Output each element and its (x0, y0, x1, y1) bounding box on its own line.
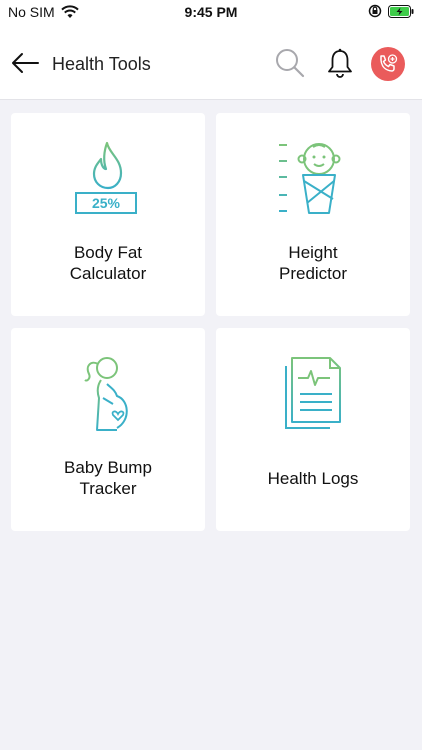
battery-charging-icon (388, 4, 414, 18)
search-icon (276, 49, 305, 78)
tool-card-label: Baby Bump Tracker (64, 458, 152, 498)
card-icon-container: 25% (11, 139, 205, 219)
search-button[interactable] (274, 47, 306, 79)
emergency-call-button[interactable] (371, 47, 405, 81)
tools-grid: 25% Body Fat Calculator Height Predictor… (11, 113, 411, 531)
page-title: Health Tools (52, 54, 151, 74)
document-logs-icon (285, 357, 341, 429)
status-bar: No SIM 9:45 PM (0, 0, 422, 26)
tool-card-height-predictor[interactable]: Height Predictor (216, 113, 410, 316)
tool-card-baby-bump-tracker[interactable]: Baby Bump Tracker (11, 328, 205, 531)
tool-card-body-fat-calculator[interactable]: 25% Body Fat Calculator (11, 113, 205, 316)
bell-icon (328, 48, 352, 78)
card-icon-container (11, 354, 205, 434)
pregnant-woman-icon (84, 357, 128, 431)
tool-card-label: Height Predictor (278, 243, 348, 283)
phone-plus-icon (380, 54, 398, 72)
status-right (368, 4, 414, 18)
app-header: Health Tools (0, 26, 422, 100)
body-fat-badge: 25% (92, 195, 121, 211)
status-time: 9:45 PM (184, 4, 238, 20)
back-arrow-icon (12, 53, 39, 73)
orientation-lock-icon (368, 4, 382, 18)
card-icon-container (216, 139, 410, 219)
tool-card-label: Body Fat Calculator (69, 243, 147, 283)
notifications-button[interactable] (324, 47, 356, 79)
tool-card-label: Health Logs (267, 469, 359, 488)
baby-ruler-icon (278, 143, 341, 214)
flame-scale-icon: 25% (75, 141, 137, 214)
card-icon-container (216, 354, 410, 434)
back-button[interactable] (10, 50, 40, 76)
tool-card-health-logs[interactable]: Health Logs (216, 328, 410, 531)
